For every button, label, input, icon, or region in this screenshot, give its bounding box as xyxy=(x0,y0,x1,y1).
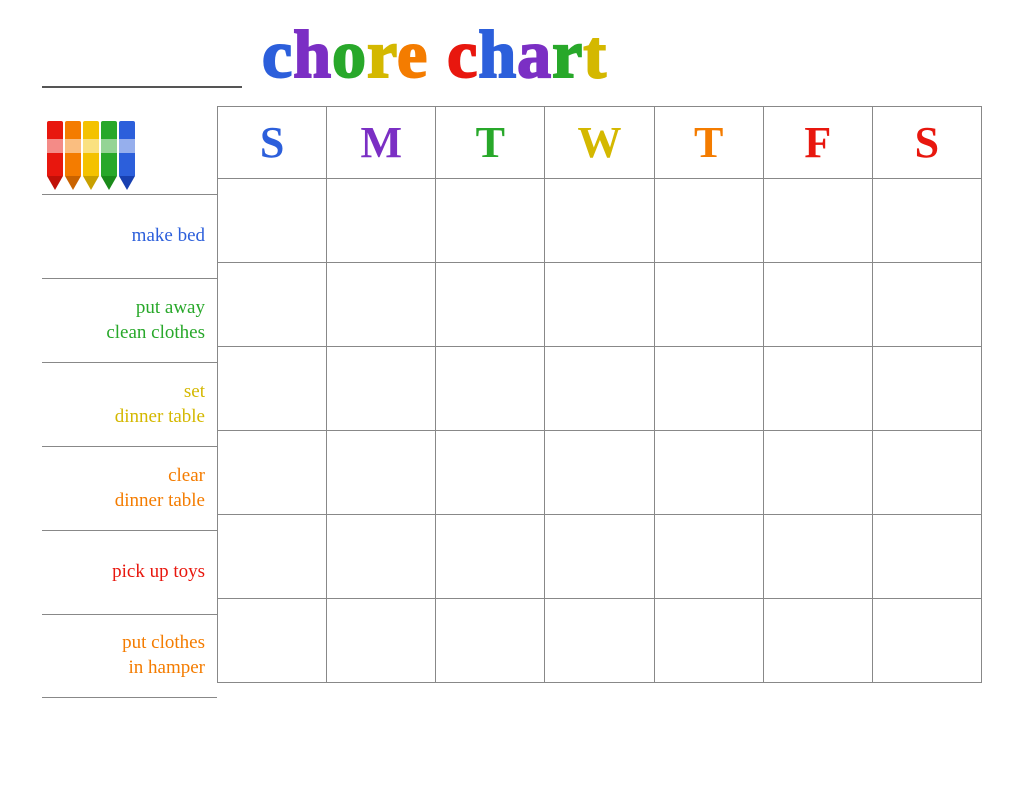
crayon-blue-tip xyxy=(119,176,135,190)
cell-set-dinner-mon[interactable] xyxy=(327,347,436,431)
crayon-blue-label xyxy=(119,139,135,153)
cell-put-clothes-wed[interactable] xyxy=(545,599,654,683)
cell-set-dinner-sat[interactable] xyxy=(872,347,981,431)
cell-put-clothes-tue[interactable] xyxy=(436,599,545,683)
cell-set-dinner-wed[interactable] xyxy=(545,347,654,431)
chore-label-clear-dinner: cleardinner table xyxy=(42,446,217,530)
crayon-yellow-body xyxy=(83,121,99,176)
crayon-yellow-tip xyxy=(83,176,99,190)
name-line[interactable] xyxy=(42,52,242,88)
chore-table: S M T W T F S xyxy=(217,106,982,683)
chart-title: chore chart xyxy=(262,20,607,88)
cell-clear-dinner-fri[interactable] xyxy=(763,431,872,515)
day-monday: M xyxy=(327,107,436,179)
crayon-red-tip xyxy=(47,176,63,190)
chore-row-make-bed xyxy=(218,179,982,263)
cell-put-away-mon[interactable] xyxy=(327,263,436,347)
crayon-blue-body xyxy=(119,121,135,176)
chore-label-put-clothes: put clothesin hamper xyxy=(42,614,217,698)
cell-make-bed-thu[interactable] xyxy=(654,179,763,263)
crayon-blue xyxy=(118,121,136,190)
chore-label-set-dinner: setdinner table xyxy=(42,362,217,446)
day-wednesday: W xyxy=(545,107,654,179)
crayon-red-body xyxy=(47,121,63,176)
cell-put-away-thu[interactable] xyxy=(654,263,763,347)
header: chore chart xyxy=(42,20,982,88)
cell-clear-dinner-mon[interactable] xyxy=(327,431,436,515)
crayon-green-body xyxy=(101,121,117,176)
cell-set-dinner-fri[interactable] xyxy=(763,347,872,431)
cell-clear-dinner-wed[interactable] xyxy=(545,431,654,515)
cell-put-away-fri[interactable] xyxy=(763,263,872,347)
cell-pick-up-sun[interactable] xyxy=(218,515,327,599)
cell-put-away-sat[interactable] xyxy=(872,263,981,347)
crayon-orange-tip xyxy=(65,176,81,190)
chore-row-set-dinner xyxy=(218,347,982,431)
day-thursday: T xyxy=(654,107,763,179)
cell-set-dinner-thu[interactable] xyxy=(654,347,763,431)
cell-clear-dinner-sat[interactable] xyxy=(872,431,981,515)
cell-make-bed-tue[interactable] xyxy=(436,179,545,263)
chore-label-pick-up: pick up toys xyxy=(42,530,217,614)
chore-label-put-away: put awayclean clothes xyxy=(42,278,217,362)
day-tuesday: T xyxy=(436,107,545,179)
cell-put-away-wed[interactable] xyxy=(545,263,654,347)
cell-set-dinner-sun[interactable] xyxy=(218,347,327,431)
cell-pick-up-mon[interactable] xyxy=(327,515,436,599)
chore-row-clear-dinner xyxy=(218,431,982,515)
crayon-area xyxy=(42,106,217,194)
chore-label-make-bed: make bed xyxy=(42,194,217,278)
crayon-orange-body xyxy=(65,121,81,176)
cell-make-bed-sat[interactable] xyxy=(872,179,981,263)
cell-pick-up-fri[interactable] xyxy=(763,515,872,599)
chore-row-put-clothes xyxy=(218,599,982,683)
main-content: make bed put awayclean clothes setdinner… xyxy=(42,106,982,698)
days-header-row: S M T W T F S xyxy=(218,107,982,179)
cell-pick-up-sat[interactable] xyxy=(872,515,981,599)
crayon-orange xyxy=(64,121,82,190)
chore-row-put-away xyxy=(218,263,982,347)
cell-make-bed-mon[interactable] xyxy=(327,179,436,263)
crayon-green-label xyxy=(101,139,117,153)
cell-put-clothes-sun[interactable] xyxy=(218,599,327,683)
cell-make-bed-fri[interactable] xyxy=(763,179,872,263)
crayon-green xyxy=(100,121,118,190)
cell-pick-up-tue[interactable] xyxy=(436,515,545,599)
cell-put-clothes-sat[interactable] xyxy=(872,599,981,683)
cell-make-bed-wed[interactable] xyxy=(545,179,654,263)
chore-row-pick-up xyxy=(218,515,982,599)
crayon-orange-label xyxy=(65,139,81,153)
cell-clear-dinner-thu[interactable] xyxy=(654,431,763,515)
cell-put-clothes-thu[interactable] xyxy=(654,599,763,683)
cell-put-clothes-fri[interactable] xyxy=(763,599,872,683)
crayon-green-tip xyxy=(101,176,117,190)
crayon-red-label xyxy=(47,139,63,153)
crayon-yellow xyxy=(82,121,100,190)
cell-put-away-tue[interactable] xyxy=(436,263,545,347)
cell-make-bed-sun[interactable] xyxy=(218,179,327,263)
day-saturday: S xyxy=(872,107,981,179)
cell-set-dinner-tue[interactable] xyxy=(436,347,545,431)
day-friday: F xyxy=(763,107,872,179)
cell-pick-up-thu[interactable] xyxy=(654,515,763,599)
cell-clear-dinner-tue[interactable] xyxy=(436,431,545,515)
left-section: make bed put awayclean clothes setdinner… xyxy=(42,106,217,698)
cell-pick-up-wed[interactable] xyxy=(545,515,654,599)
day-sunday: S xyxy=(218,107,327,179)
crayon-yellow-label xyxy=(83,139,99,153)
cell-clear-dinner-sun[interactable] xyxy=(218,431,327,515)
cell-put-away-sun[interactable] xyxy=(218,263,327,347)
grid-area: S M T W T F S xyxy=(217,106,982,683)
crayon-red xyxy=(46,121,64,190)
cell-put-clothes-mon[interactable] xyxy=(327,599,436,683)
